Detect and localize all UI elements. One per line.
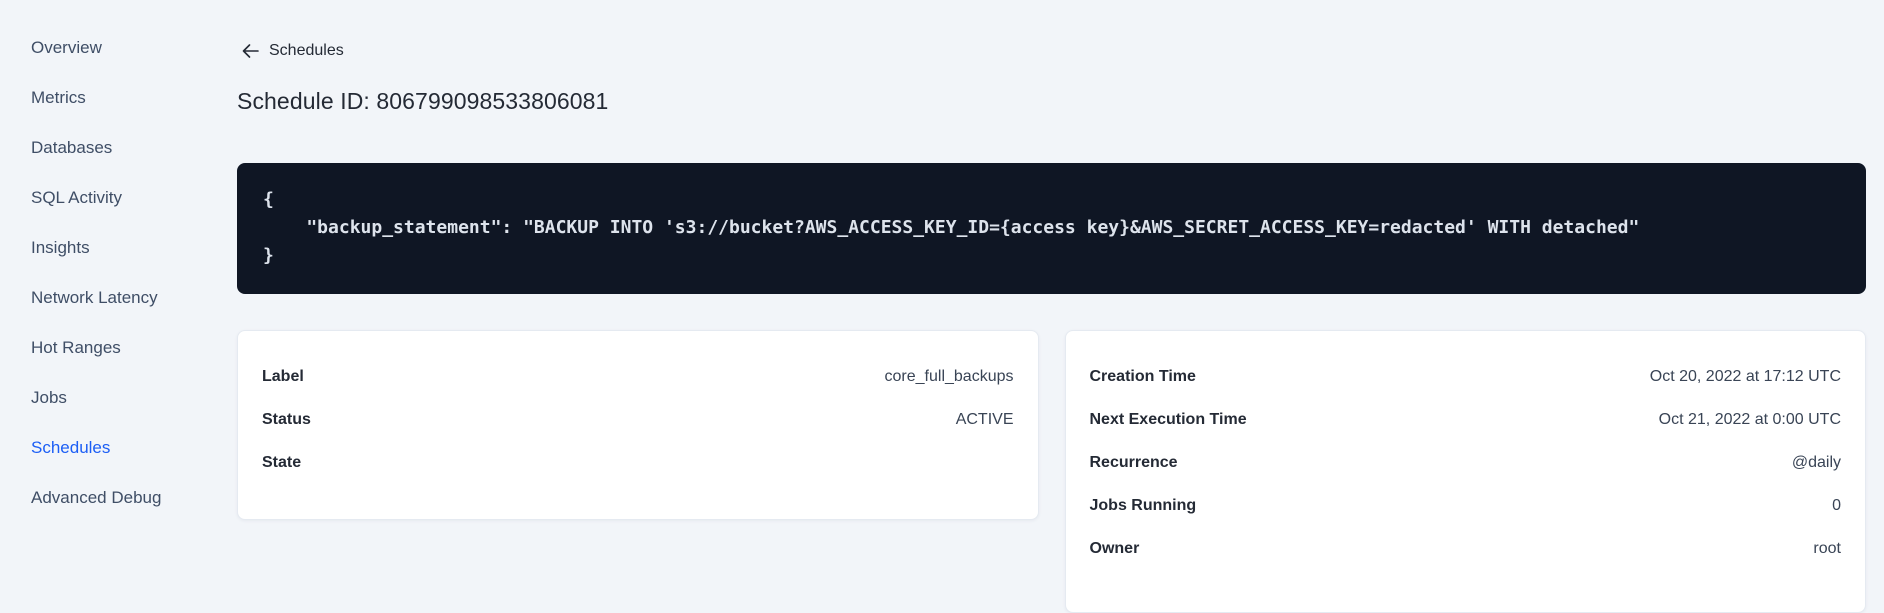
sidebar-item-overview[interactable]: Overview [0,23,210,73]
detail-row-jobs-running: Jobs Running 0 [1090,484,1842,527]
detail-value: Oct 20, 2022 at 17:12 UTC [1649,367,1841,385]
detail-value: ACTIVE [955,410,1014,428]
sidebar-item-databases[interactable]: Databases [0,123,210,173]
sidebar-item-jobs[interactable]: Jobs [0,373,210,423]
page-title: Schedule ID: 806799098533806081 [237,88,609,114]
detail-label: Jobs Running [1089,496,1197,514]
detail-row-recurrence: Recurrence @daily [1090,441,1842,484]
detail-label: Status [262,410,311,428]
schedule-detail-page: Schedules Schedule ID: 80679909853380608… [237,0,1866,613]
detail-value: 0 [1832,496,1841,514]
sidebar-item-hot-ranges[interactable]: Hot Ranges [0,323,210,373]
detail-label: Next Execution Time [1089,410,1247,428]
sidebar-item-metrics[interactable]: Metrics [0,73,210,123]
sidebar-item-advanced-debug[interactable]: Advanced Debug [0,473,210,523]
detail-row-status: Status ACTIVE [262,398,1014,441]
detail-label: Label [262,367,304,385]
sidebar-item-sql-activity[interactable]: SQL Activity [0,173,210,223]
schedule-summary-card: Label core_full_backups Status ACTIVE St… [237,330,1039,520]
detail-row-state: State [262,441,1014,484]
back-to-schedules-link[interactable]: Schedules [242,42,344,60]
sidebar-nav: Overview Metrics Databases SQL Activity … [0,23,210,523]
detail-label: Owner [1089,539,1140,557]
arrow-left-icon [242,44,259,58]
sidebar-item-network-latency[interactable]: Network Latency [0,273,210,323]
detail-cards: Label core_full_backups Status ACTIVE St… [237,330,1866,613]
back-link-label: Schedules [269,42,344,59]
sidebar-item-insights[interactable]: Insights [0,223,210,273]
schedule-timing-card: Creation Time Oct 20, 2022 at 17:12 UTC … [1064,330,1866,613]
detail-row-next-execution-time: Next Execution Time Oct 21, 2022 at 0:00… [1090,398,1842,441]
code-line: "backup_statement": "BACKUP INTO 's3://b… [263,217,1640,238]
detail-value: root [1813,539,1841,557]
detail-label: Creation Time [1089,367,1196,385]
detail-label: State [262,453,302,471]
detail-row-creation-time: Creation Time Oct 20, 2022 at 17:12 UTC [1090,355,1842,398]
code-line: } [263,245,274,266]
detail-row-label: Label core_full_backups [262,355,1014,398]
detail-value: core_full_backups [884,367,1014,385]
detail-row-owner: Owner root [1090,527,1842,570]
backup-statement-code-block: { "backup_statement": "BACKUP INTO 's3:/… [237,163,1866,294]
detail-label: Recurrence [1089,453,1178,471]
code-line: { [263,189,274,210]
sidebar-item-schedules[interactable]: Schedules [0,423,210,473]
detail-value: @daily [1791,453,1841,471]
detail-value: Oct 21, 2022 at 0:00 UTC [1658,410,1841,428]
